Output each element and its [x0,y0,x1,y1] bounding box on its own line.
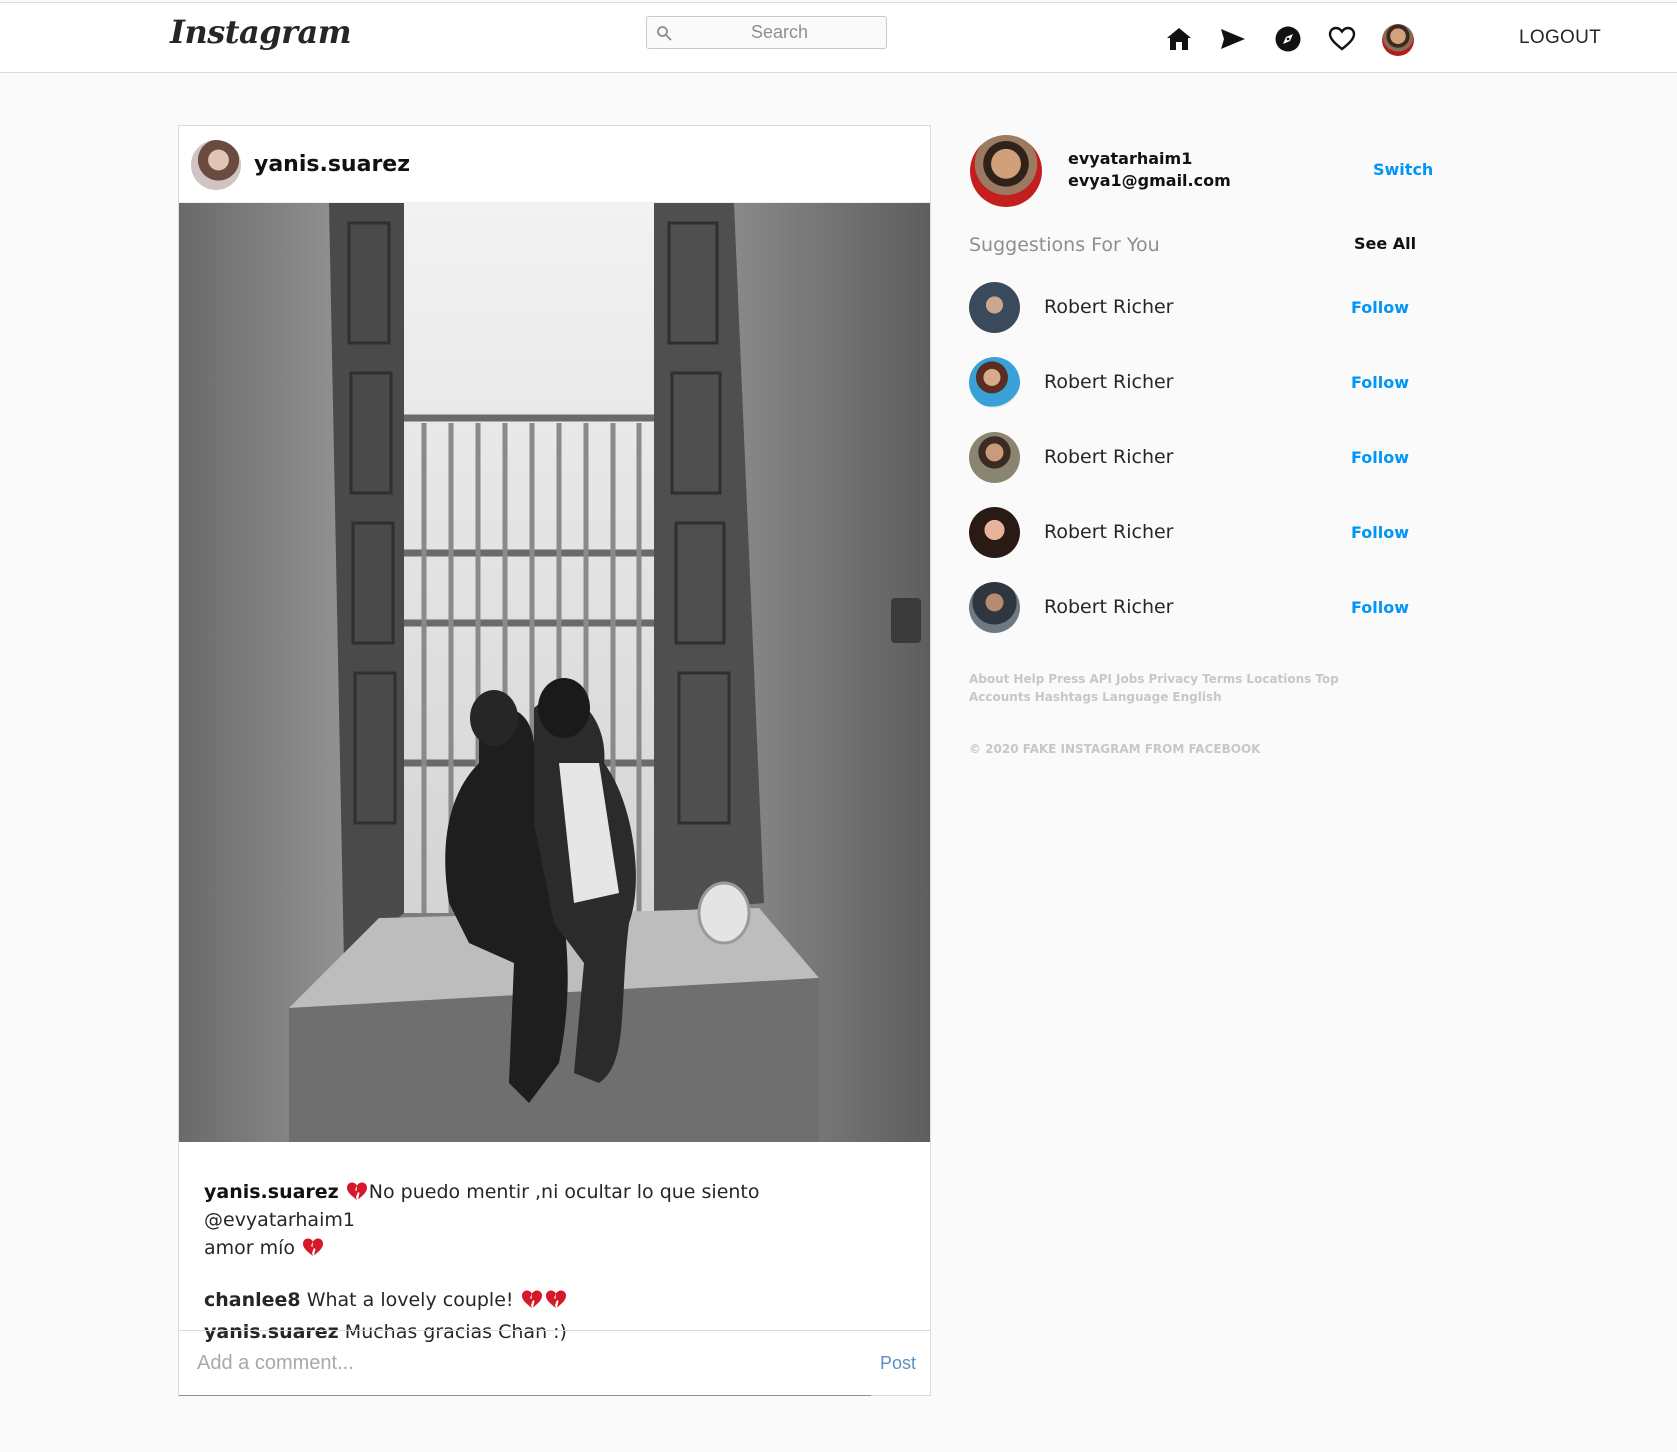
footer-link[interactable]: Privacy [1148,672,1198,686]
footer-link[interactable]: Locations [1246,672,1311,686]
suggestion-name[interactable]: Robert Richer [1044,296,1174,318]
post-caption-area: yanis.suarez No puedo mentir ,ni ocultar… [204,1178,904,1348]
post-author-avatar[interactable] [191,140,241,190]
caption-username[interactable]: yanis.suarez [204,1181,339,1203]
suggestions-title: Suggestions For You [969,234,1160,256]
heart-icon[interactable] [1328,25,1356,53]
suggestion-name[interactable]: Robert Richer [1044,446,1174,468]
post-author-username[interactable]: yanis.suarez [254,152,410,177]
footer-link[interactable]: Terms [1202,672,1242,686]
logout-button[interactable]: LOGOUT [1519,27,1601,49]
search-icon [657,26,672,41]
search-box[interactable] [646,16,887,49]
suggestion-item: Robert Richer Follow [969,357,1419,409]
suggestion-avatar[interactable] [969,357,1020,408]
profile-avatar[interactable] [1382,24,1414,56]
switch-account-button[interactable]: Switch [1373,160,1433,179]
footer-link[interactable]: Help [1013,672,1044,686]
suggestion-item: Robert Richer Follow [969,432,1419,484]
comment-username[interactable]: chanlee8 [204,1289,301,1311]
comment-text: What a lovely couple! [306,1289,514,1311]
follow-button[interactable]: Follow [1351,448,1409,467]
comment-input[interactable] [197,1345,867,1381]
footer-links: About Help Press API Jobs Privacy Terms Locatio… [969,670,1339,706]
follow-button[interactable]: Follow [1351,598,1409,617]
suggestion-avatar[interactable] [969,507,1020,558]
post-card: yanis.suarez yanis.suarez No puedo menti… [178,125,931,1396]
suggestion-item: Robert Richer Follow [969,282,1419,334]
add-comment-bar: Post [179,1330,930,1396]
broken-heart-icon [346,1182,367,1200]
suggestion-item: Robert Richer Follow [969,507,1419,559]
comment-input-underline [179,1395,871,1396]
broken-heart-icon [303,1238,324,1256]
follow-button[interactable]: Follow [1351,298,1409,317]
comment-row: chanlee8 What a lovely couple! [204,1284,904,1316]
suggestion-avatar[interactable] [969,432,1020,483]
post-comment-button[interactable]: Post [880,1353,916,1374]
footer-link[interactable]: English [1172,690,1221,704]
post-caption: yanis.suarez No puedo mentir ,ni ocultar… [204,1178,904,1262]
footer-link[interactable]: Language [1102,690,1168,704]
footer-link[interactable]: Jobs [1116,672,1144,686]
follow-button[interactable]: Follow [1351,373,1409,392]
follow-button[interactable]: Follow [1351,523,1409,542]
suggestion-name[interactable]: Robert Richer [1044,596,1174,618]
suggestion-avatar[interactable] [969,282,1020,333]
suggestion-name[interactable]: Robert Richer [1044,521,1174,543]
search-input[interactable] [677,17,882,48]
instagram-logo[interactable]: Instagram [170,13,352,51]
footer-link[interactable]: About [969,672,1009,686]
see-all-button[interactable]: See All [1354,234,1416,253]
broken-heart-icon [545,1290,566,1308]
suggestion-avatar[interactable] [969,582,1020,633]
top-navigation-bar: Instagram LOGOUT [0,2,1677,73]
broken-heart-icon [521,1290,542,1308]
suggestion-item: Robert Richer Follow [969,582,1419,634]
copyright-text: © 2020 FAKE INSTAGRAM FROM FACEBOOK [969,742,1261,756]
home-icon[interactable] [1165,25,1193,53]
footer-link[interactable]: Press [1048,672,1085,686]
post-header: yanis.suarez [179,126,930,203]
send-icon[interactable] [1219,25,1247,53]
footer-link[interactable]: Hashtags [1035,690,1098,704]
footer-link[interactable]: API [1089,672,1112,686]
post-photo[interactable] [179,203,930,1142]
current-user-username[interactable]: evyatarhaim1 [1068,149,1192,168]
explore-icon[interactable] [1274,25,1302,53]
current-user-email: evya1@gmail.com [1068,171,1231,190]
suggestion-name[interactable]: Robert Richer [1044,371,1174,393]
current-user-avatar[interactable] [970,135,1042,207]
caption-text-continued: amor mío [204,1237,296,1259]
